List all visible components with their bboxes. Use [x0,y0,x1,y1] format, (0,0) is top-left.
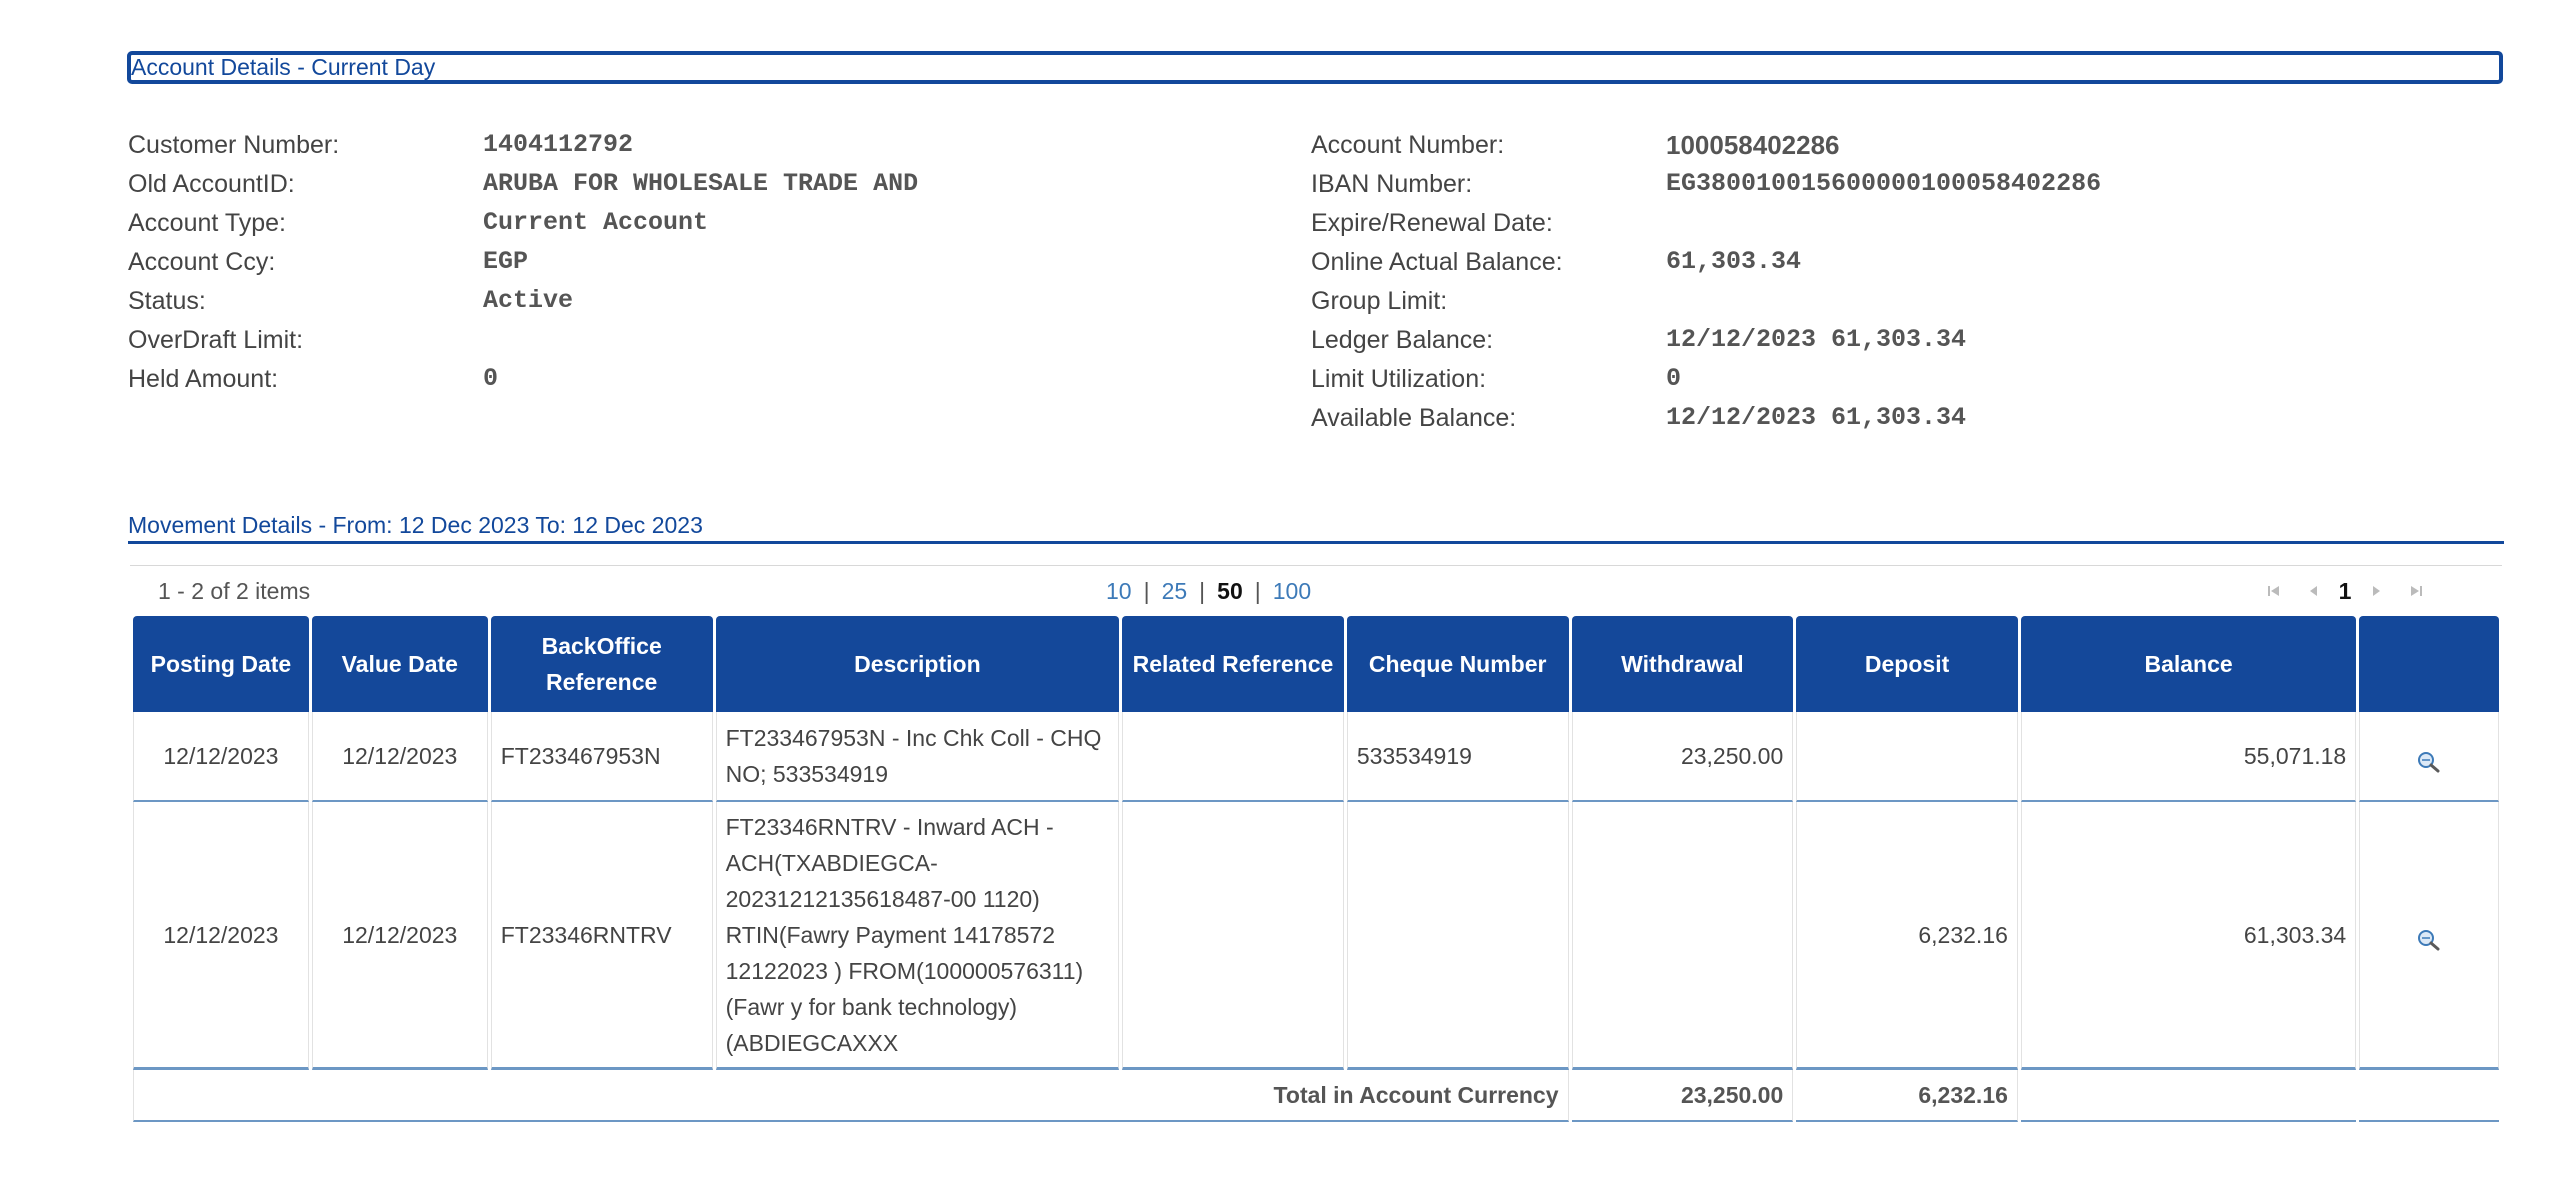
page-size-25[interactable]: 25 [1158,578,1192,604]
detail-label: Ledger Balance: [1311,326,1494,354]
cell-actions [2359,802,2499,1070]
page-size-50[interactable]: 50 [1213,578,1247,604]
cell-description: FT233467953N - Inc Chk Coll - CHQ NO; 53… [715,712,1120,802]
detail-label: IBAN Number: [1311,170,1473,198]
detail-label: Old AccountID: [128,170,295,198]
current-page-number: 1 [2338,578,2352,604]
cell-related-reference [1122,712,1344,802]
last-page-icon[interactable] [2396,570,2436,620]
cell-balance: 61,303.34 [2020,802,2357,1070]
table-header: Posting Date Value Date BackOffice Refer… [133,616,2499,712]
cell-description: FT23346RNTRV - Inward ACH - ACH(TXABDIEG… [715,802,1120,1070]
column-header-actions [2359,616,2499,712]
cell-backoffice-reference: FT23346RNTRV [490,802,713,1070]
movement-details-title: Movement Details - From: 12 Dec 2023 To:… [128,512,703,538]
page-size-separator: | [1254,578,1261,604]
page-root: Account Details - Current Day Customer N… [0,0,2552,1202]
page-size-selector: 10 | 25 | 50 | 100 [1102,566,1315,616]
account-details-header: Account Details - Current Day [127,51,2503,84]
cell-cheque-number: 533534919 [1346,712,1569,802]
column-header-related-reference[interactable]: Related Reference [1122,616,1344,712]
detail-value: Active [483,286,574,315]
cell-deposit [1796,712,2018,802]
prev-page-icon[interactable] [2294,570,2334,620]
totals-empty-cell [2020,1070,2357,1122]
cell-actions [2359,712,2499,802]
totals-withdrawal: 23,250.00 [1571,1070,1794,1122]
detail-label: Limit Utilization: [1311,365,1487,393]
detail-value: ARUBA FOR WHOLESALE TRADE AND [483,169,919,198]
next-page-icon[interactable] [2356,570,2396,620]
detail-label: Available Balance: [1311,404,1517,432]
cell-backoffice-reference: FT233467953N [490,712,713,802]
movement-details-header: Movement Details - From: 12 Dec 2023 To:… [128,510,2504,544]
detail-label: Held Amount: [128,365,279,393]
column-header-value-date[interactable]: Value Date [311,616,488,712]
pager-bar: 1 - 2 of 2 items 10 | 25 | 50 | 100 1 [130,565,2502,615]
page-size-100[interactable]: 100 [1269,578,1315,604]
first-page-icon[interactable] [2254,570,2294,620]
cell-related-reference [1122,802,1344,1070]
cell-value-date: 12/12/2023 [311,712,488,802]
column-header-posting-date[interactable]: Posting Date [133,616,309,712]
column-header-withdrawal[interactable]: Withdrawal [1571,616,1794,712]
table-row[interactable]: 12/12/2023 12/12/2023 FT23346RNTRV FT233… [133,802,2499,1070]
detail-value: 100058402286 [1666,130,1840,160]
magnifier-zoom-icon[interactable] [2417,747,2441,773]
totals-empty-cell [2359,1070,2499,1122]
cell-posting-date: 12/12/2023 [133,802,309,1070]
cell-balance: 55,071.18 [2020,712,2357,802]
cell-deposit: 6,232.16 [1796,802,2018,1070]
detail-label: Group Limit: [1311,287,1448,315]
column-header-description[interactable]: Description [715,616,1120,712]
detail-value: 0 [1666,364,1682,393]
page-size-separator: | [1199,578,1206,604]
detail-label: Online Actual Balance: [1311,248,1563,276]
column-header-cheque-number[interactable]: Cheque Number [1346,616,1569,712]
detail-value: 1404112792 [483,130,634,159]
column-header-backoffice-reference[interactable]: BackOffice Reference [490,616,713,712]
cell-value-date: 12/12/2023 [311,802,488,1070]
pager-navigation: 1 [2254,566,2436,616]
detail-label: Customer Number: [128,131,340,159]
detail-label: Account Type: [128,209,286,237]
detail-label: Expire/Renewal Date: [1311,209,1553,237]
detail-label: Status: [128,287,206,315]
detail-label: Account Number: [1311,131,1505,159]
totals-deposit: 6,232.16 [1796,1070,2018,1122]
movements-table: Posting Date Value Date BackOffice Refer… [130,616,2502,1122]
detail-label: Account Ccy: [128,248,276,276]
totals-label: Total in Account Currency [133,1070,1569,1122]
detail-value: 12/12/2023 61,303.34 [1666,325,1967,354]
cell-withdrawal: 23,250.00 [1571,712,1794,802]
account-details-left: Customer Number: 1404112792 Old AccountI… [128,127,1228,397]
column-header-deposit[interactable]: Deposit [1796,616,2018,712]
pager-info: 1 - 2 of 2 items [158,578,311,604]
detail-value: EG380010015600000100058402286 [1666,169,2102,198]
detail-value: Current Account [483,208,709,237]
detail-value: 61,303.34 [1666,247,1802,276]
table-row[interactable]: 12/12/2023 12/12/2023 FT233467953N FT233… [133,712,2499,802]
detail-value: EGP [483,247,529,276]
cell-posting-date: 12/12/2023 [133,712,309,802]
detail-value: 0 [483,364,499,393]
cell-withdrawal [1571,802,1794,1070]
detail-label: OverDraft Limit: [128,326,304,354]
magnifier-zoom-icon[interactable] [2417,925,2441,951]
column-header-balance[interactable]: Balance [2020,616,2357,712]
page-size-separator: | [1143,578,1150,604]
totals-row: Total in Account Currency 23,250.00 6,23… [133,1070,2499,1122]
cell-cheque-number [1346,802,1569,1070]
page-size-10[interactable]: 10 [1102,578,1136,604]
account-details-title: Account Details - Current Day [131,54,436,80]
detail-value: 12/12/2023 61,303.34 [1666,403,1967,432]
account-details-right: Account Number: 100058402286 IBAN Number… [1311,127,2511,437]
